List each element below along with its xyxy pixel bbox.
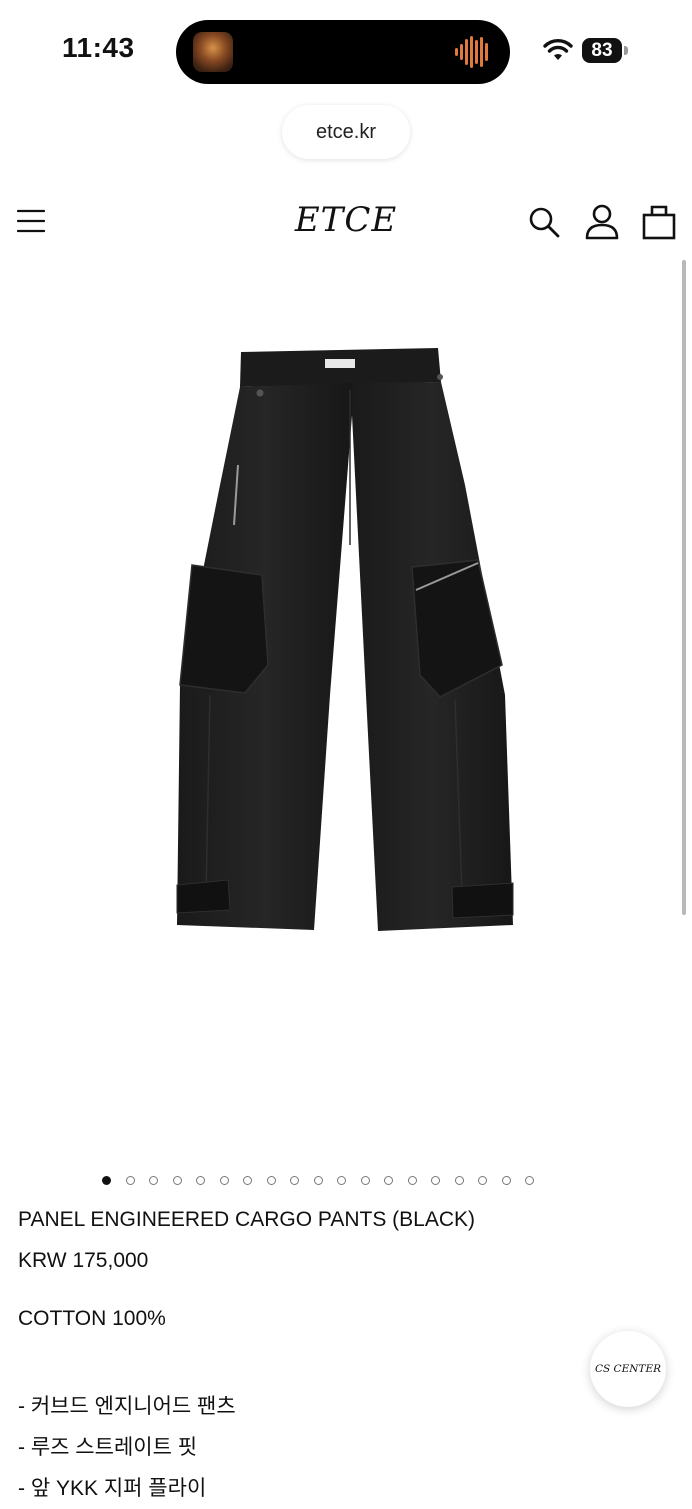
wifi-icon xyxy=(543,39,573,60)
shopping-bag-icon[interactable] xyxy=(642,204,676,240)
search-icon[interactable] xyxy=(528,206,560,238)
product-material: COTTON 100% xyxy=(18,1307,166,1330)
pagination-dot[interactable] xyxy=(478,1176,487,1185)
pagination-dot[interactable] xyxy=(501,1176,511,1185)
feature-item: - 루즈 스트레이트 핏 xyxy=(18,1436,198,1459)
pagination-dot[interactable] xyxy=(313,1176,323,1185)
pagination-dot[interactable] xyxy=(219,1176,229,1185)
status-bar: 11:43 83 xyxy=(0,0,692,100)
product-price: KRW 175,000 xyxy=(18,1249,149,1272)
pagination-dot[interactable] xyxy=(102,1176,111,1185)
image-pagination xyxy=(102,1176,534,1190)
pagination-dot[interactable] xyxy=(337,1176,346,1185)
album-art[interactable] xyxy=(193,32,233,72)
pagination-dot[interactable] xyxy=(431,1176,440,1185)
site-header: ETCE xyxy=(0,180,692,264)
pagination-dot[interactable] xyxy=(196,1176,205,1185)
product-features: - 커브드 엔지니어드 팬츠 - 루즈 스트레이트 핏 - 앞 YKK 지퍼 플… xyxy=(18,1386,236,1509)
status-time: 11:43 xyxy=(62,32,135,63)
url-bar[interactable]: etce.kr xyxy=(282,105,410,159)
scrollbar[interactable] xyxy=(682,260,686,915)
feature-item: - 앞 YKK 지퍼 플라이 xyxy=(18,1477,207,1500)
url-text: etce.kr xyxy=(315,120,377,143)
pagination-dot[interactable] xyxy=(360,1176,370,1185)
user-icon[interactable] xyxy=(585,204,619,240)
pagination-dot[interactable] xyxy=(266,1176,276,1185)
product-image[interactable] xyxy=(150,335,540,945)
pagination-dot[interactable] xyxy=(454,1176,464,1185)
pagination-dot[interactable] xyxy=(407,1176,417,1185)
battery-cap xyxy=(624,46,628,55)
pagination-dot[interactable] xyxy=(172,1176,182,1185)
pagination-dot[interactable] xyxy=(243,1176,252,1185)
pagination-dot[interactable] xyxy=(525,1176,534,1185)
cs-center-label: CS CENTER xyxy=(594,1363,662,1375)
dynamic-island[interactable] xyxy=(176,20,510,84)
pagination-dot[interactable] xyxy=(149,1176,158,1185)
pagination-dot[interactable] xyxy=(384,1176,393,1185)
pagination-dot[interactable] xyxy=(125,1176,135,1185)
cs-center-button[interactable]: CS CENTER xyxy=(590,1331,666,1407)
waveform-icon xyxy=(455,36,488,68)
product-name: PANEL ENGINEERED CARGO PANTS (BLACK) xyxy=(18,1208,476,1231)
pagination-dot[interactable] xyxy=(290,1176,299,1185)
feature-item: - 커브드 엔지니어드 팬츠 xyxy=(18,1395,236,1418)
battery-icon: 83 xyxy=(582,38,622,63)
